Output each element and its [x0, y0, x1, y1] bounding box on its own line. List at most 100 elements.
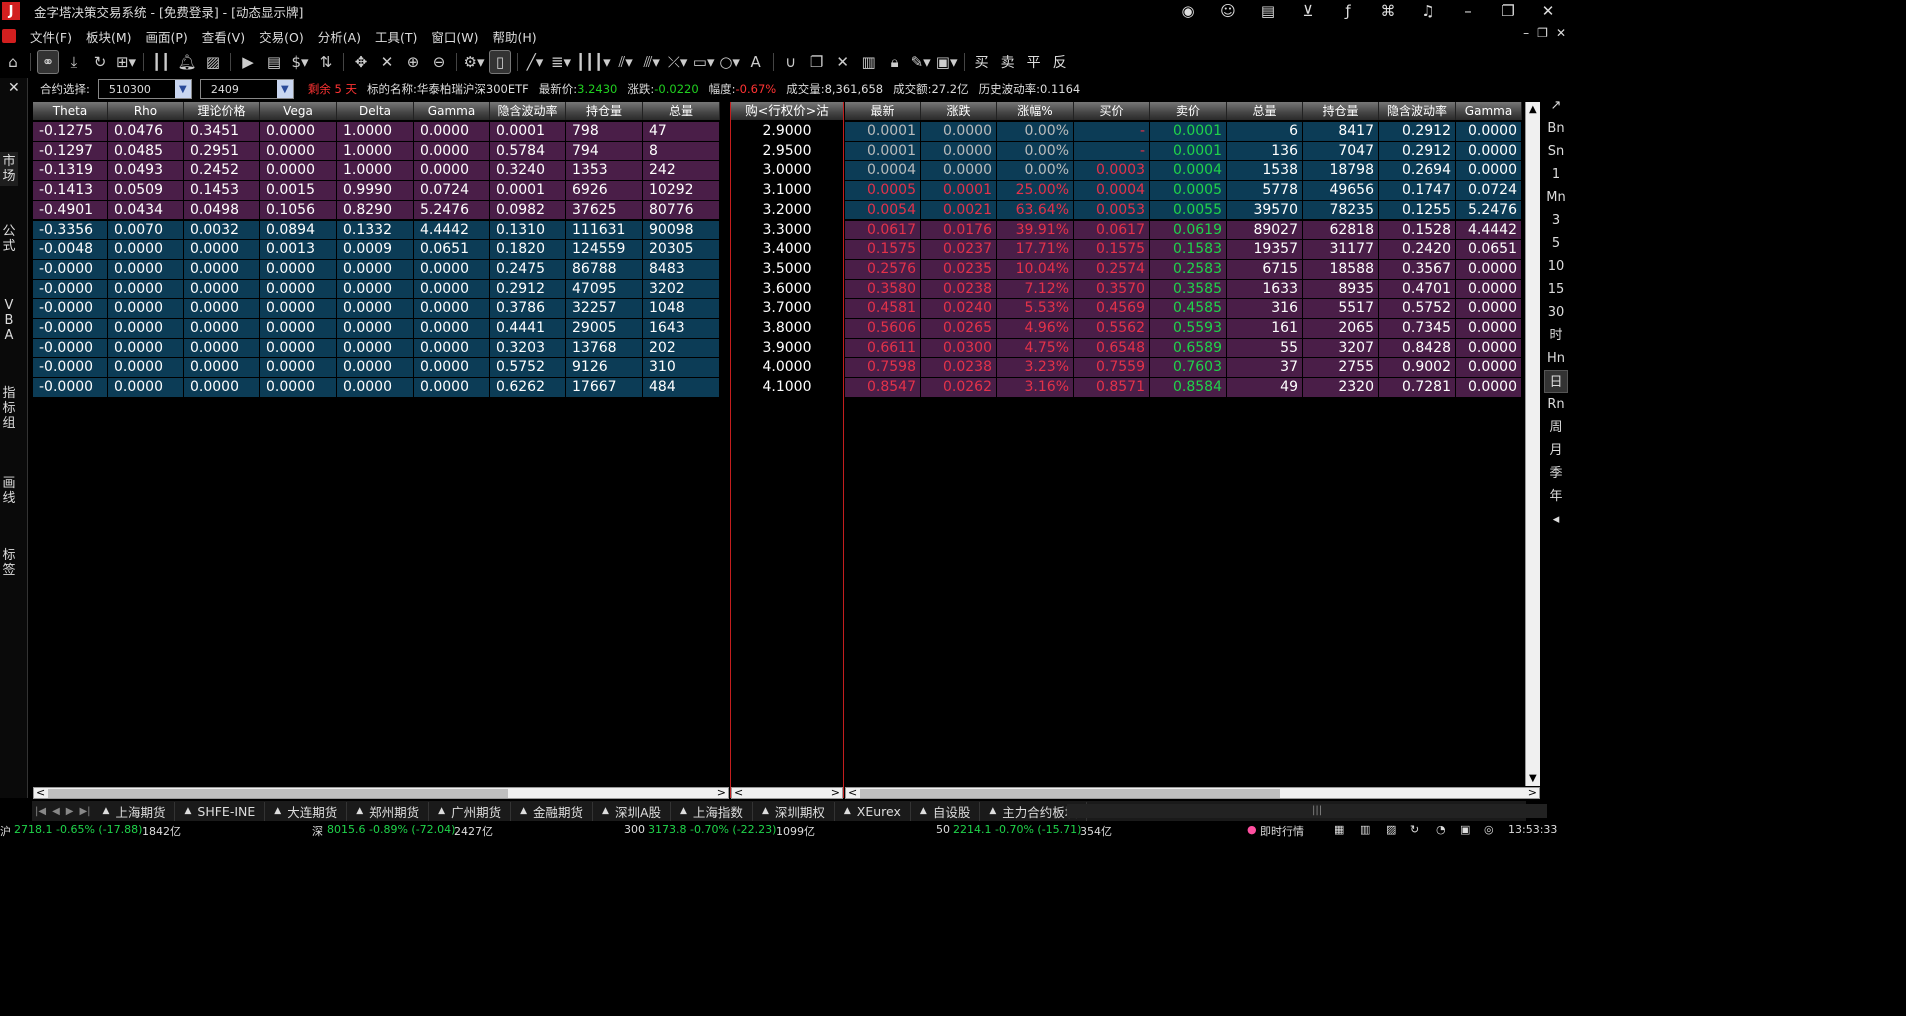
period-button[interactable]: Hn — [1544, 347, 1568, 370]
scroll-right-icon[interactable]: > — [717, 786, 726, 799]
period-button[interactable]: Rn — [1544, 393, 1568, 416]
mdi-minimize-icon[interactable]: – — [1523, 26, 1529, 40]
call-column-header[interactable]: Gamma — [414, 102, 490, 120]
delete-icon[interactable]: ✕ — [832, 50, 854, 74]
rectangle-icon[interactable]: ▭▾ — [693, 50, 715, 74]
put-row[interactable]: 0.0001 0.0000 0.00% -0.0001 136 7047 0.2912 0.0… — [845, 141, 1522, 162]
tab-last-icon[interactable]: ▶| — [79, 806, 90, 817]
market-tab[interactable]: ▲ 大连期货 — [265, 801, 348, 821]
report-icon[interactable]: ▤ — [263, 50, 285, 74]
zoom-out-icon[interactable]: ⊖ — [428, 50, 450, 74]
put-row[interactable]: 0.0617 0.0176 39.91% 0.0617 0.0619 89027 62818… — [845, 220, 1522, 241]
vertical-scrollbar[interactable]: ▲ ▼ — [1525, 102, 1540, 786]
put-row[interactable]: 0.3580 0.0238 7.12% 0.3570 0.3585 1633 8935 0.4… — [845, 279, 1522, 300]
call-row[interactable]: -0.0000 0.0000 0.0000 0.0000 0.0000 0.0000 0.2… — [33, 279, 720, 300]
period-button[interactable]: 日 — [1544, 370, 1568, 393]
sync-icon[interactable]: ↻ — [1410, 823, 1419, 836]
menu-analysis[interactable]: 分析(A) — [318, 27, 361, 46]
close-icon[interactable]: ✕ — [1528, 0, 1568, 22]
chevron-down-icon[interactable]: ▼ — [174, 80, 191, 98]
scroll-left-icon[interactable]: < — [734, 786, 743, 799]
market-tab[interactable]: ▲ 深圳A股 — [593, 801, 671, 821]
crosshair-icon[interactable]: ✕ — [376, 50, 398, 74]
call-row[interactable]: -0.0000 0.0000 0.0000 0.0000 0.0000 0.0000 0.4… — [33, 319, 720, 339]
scroll-grip-icon[interactable]: ||| — [1312, 805, 1322, 816]
cart-icon[interactable]: ⊻ — [1288, 0, 1328, 22]
scroll-right-icon[interactable]: > — [1528, 786, 1537, 799]
mdi-restore-icon[interactable]: ❐ — [1537, 26, 1548, 40]
period-button[interactable]: 15 — [1544, 278, 1568, 301]
menu-view-page[interactable]: 画面(P) — [146, 27, 188, 46]
menu-help[interactable]: 帮助(H) — [493, 27, 537, 46]
call-column-header[interactable]: 隐含波动率 — [490, 102, 566, 120]
buy-button[interactable]: 买 — [975, 52, 989, 72]
market-tab[interactable]: ▲ 自设股 — [911, 801, 981, 821]
minimize-icon[interactable]: – — [1448, 0, 1488, 22]
refresh-icon[interactable]: ↻ — [89, 50, 111, 74]
text-tool-icon[interactable]: A — [745, 50, 767, 74]
call-row[interactable]: -0.0000 0.0000 0.0000 0.0000 0.0000 0.0000 0.2… — [33, 259, 720, 280]
call-row[interactable]: -0.1319 0.0493 0.2452 0.0000 1.0000 0.0000 0.3… — [33, 161, 720, 182]
line-tool-icon[interactable]: ╱▾ — [524, 50, 546, 74]
period-button[interactable]: 年 — [1544, 485, 1568, 508]
put-row[interactable]: 0.4581 0.0240 5.53% 0.4569 0.4585 316 5517 0.57… — [845, 299, 1522, 319]
scroll-thumb[interactable] — [48, 789, 508, 798]
strike-price[interactable]: 3.3000 — [731, 221, 843, 241]
database-icon[interactable]: ▥ — [1360, 823, 1370, 836]
menu-trade[interactable]: 交易(O) — [259, 27, 304, 46]
put-row[interactable]: 0.0005 0.0001 25.00% 0.0004 0.0005 5778 49656 0… — [845, 181, 1522, 201]
put-column-header[interactable]: 隐含波动率 — [1379, 102, 1456, 120]
month-select[interactable]: 2409 ▼ — [199, 79, 294, 99]
collapse-icon[interactable]: ◂ — [1544, 508, 1568, 531]
tab-scrollbar[interactable]: ||| — [1067, 804, 1547, 818]
put-row[interactable]: 0.7598 0.0238 3.23% 0.7559 0.7603 37 2755 0.900… — [845, 358, 1522, 379]
menu-file[interactable]: 文件(F) — [30, 27, 72, 46]
chevron-down-icon[interactable]: ▼ — [276, 80, 293, 98]
call-row[interactable]: -0.0000 0.0000 0.0000 0.0000 0.0000 0.0000 0.6… — [33, 378, 720, 398]
strike-price[interactable]: 3.9000 — [731, 339, 843, 359]
put-column-header[interactable]: 总量 — [1227, 102, 1303, 120]
period-button[interactable]: 30 — [1544, 301, 1568, 324]
put-row[interactable]: 0.8547 0.0262 3.16% 0.8571 0.8584 49 2320 0.728… — [845, 378, 1522, 398]
mouse-icon[interactable]: ▯ — [489, 50, 511, 74]
link-icon[interactable]: ⚭ — [37, 50, 59, 74]
sidebar-tab-drawing[interactable]: 画线 — [0, 476, 18, 510]
market-tab[interactable]: ▲ 上海指数 — [671, 801, 753, 821]
realtime-quote-button[interactable]: 即时行情 — [1260, 823, 1304, 839]
tab-next-icon[interactable]: ▶ — [66, 806, 74, 817]
put-horizontal-scrollbar[interactable]: < > — [845, 786, 1540, 799]
pen-color-icon[interactable]: ✎▾ — [910, 50, 932, 74]
channel-tool-icon[interactable]: ≣▾ — [550, 50, 572, 74]
strike-price[interactable]: 3.0000 — [731, 161, 843, 181]
strike-horizontal-scrollbar[interactable]: < > — [731, 786, 843, 799]
mdi-close-icon[interactable]: ✕ — [1556, 26, 1566, 40]
market-tab[interactable]: ▲ 上海期货 — [94, 801, 176, 821]
market-tab[interactable]: ▲ 深圳期权 — [753, 801, 835, 821]
sidebar-tab-indicator-group[interactable]: 指标组 — [0, 386, 18, 436]
menu-sector[interactable]: 板块(M) — [86, 27, 132, 46]
period-button[interactable]: 周 — [1544, 416, 1568, 439]
call-row[interactable]: -0.1413 0.0509 0.1453 0.0015 0.9990 0.0724 0.0… — [33, 181, 720, 201]
magnet-icon[interactable]: ∪ — [780, 50, 802, 74]
reverse-button[interactable]: 反 — [1053, 52, 1067, 72]
menu-view[interactable]: 查看(V) — [202, 27, 245, 46]
notification-icon[interactable]: ◔ — [1436, 823, 1446, 836]
settings-icon[interactable]: ⚙▾ — [463, 50, 485, 74]
put-row[interactable]: 0.1575 0.0237 17.71% 0.1575 0.1583 19357 31177… — [845, 240, 1522, 260]
put-column-header[interactable]: 买价 — [1074, 102, 1150, 120]
strike-price[interactable]: 3.8000 — [731, 319, 843, 339]
period-button[interactable]: Mn — [1544, 186, 1568, 209]
sidebar-tab-formula[interactable]: 公式 — [0, 224, 18, 258]
strike-price[interactable]: 4.1000 — [731, 378, 843, 398]
call-row[interactable]: -0.4901 0.0434 0.0498 0.1056 0.8290 5.2476 0.0… — [33, 200, 720, 221]
candlestick-icon[interactable]: ┃┃ — [150, 50, 172, 74]
home-icon[interactable]: ⌂ — [2, 50, 24, 74]
chart-status-icon[interactable]: ▨ — [1386, 823, 1396, 836]
lock-icon[interactable]: 🔒︎ — [884, 50, 906, 74]
scroll-thumb[interactable] — [860, 789, 1280, 798]
menu-window[interactable]: 窗口(W) — [431, 27, 478, 46]
menu-tools[interactable]: 工具(T) — [375, 27, 417, 46]
copy-icon[interactable]: ❐ — [806, 50, 828, 74]
strike-price[interactable]: 3.2000 — [731, 201, 843, 221]
save-icon[interactable]: ▣▾ — [936, 50, 958, 74]
